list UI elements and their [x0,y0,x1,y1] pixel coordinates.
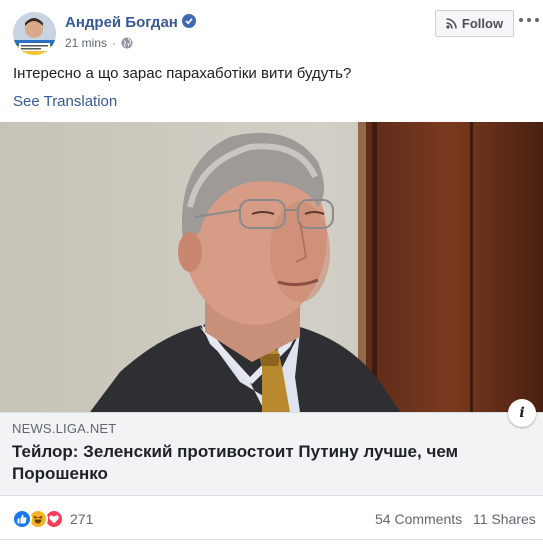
follow-label: Follow [461,16,504,31]
link-headline[interactable]: Тейлор: Зеленский противостоит Путину лу… [12,441,502,485]
post-text: Інтересно а що зарас парахаботіки вити б… [13,65,352,82]
post-meta: 21 mins · [65,36,133,50]
meta-separator: · [112,36,117,50]
verified-badge-icon [181,14,196,28]
link-preview-image[interactable] [0,122,543,412]
avatar[interactable] [13,12,56,55]
shares-count-link[interactable]: 11 Shares [473,511,536,527]
globe-icon [121,37,133,49]
info-icon[interactable]: i [508,399,536,427]
see-translation-link[interactable]: See Translation [13,93,117,110]
like-icon [12,509,32,529]
more-options-icon[interactable] [519,14,539,26]
rss-icon [446,18,457,29]
avatar-image [13,12,56,55]
reaction-count: 271 [70,511,94,527]
author-name[interactable]: Андрей Богдан [65,14,178,31]
author-name-row: Андрей Богдан [65,14,196,31]
post-timestamp[interactable]: 21 mins [65,36,107,50]
link-preview-card[interactable]: i NEWS.LIGA.NET Тейлор: Зеленский против… [0,399,543,496]
link-domain: NEWS.LIGA.NET [12,421,117,436]
reactions-summary[interactable]: 271 [12,509,93,529]
post-header: Андрей Богдан 21 mins · Follow [0,0,543,60]
follow-button[interactable]: Follow [435,10,514,37]
engagement-bar: 271 54 Comments 11 Shares [0,496,543,540]
comments-count-link[interactable]: 54 Comments [375,511,462,527]
